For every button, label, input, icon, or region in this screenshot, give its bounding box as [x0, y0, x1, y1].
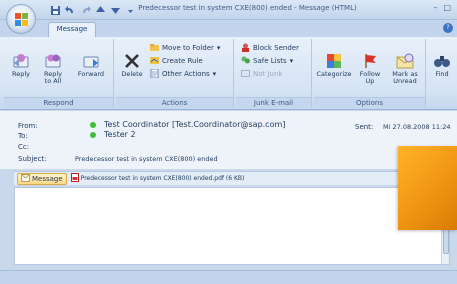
to-field[interactable]: Tester 2: [90, 130, 136, 139]
window-controls: – □: [433, 3, 451, 12]
follow-up-button[interactable]: Follow Up: [356, 53, 384, 85]
block-sender-button[interactable]: Block Sender: [241, 43, 299, 52]
from-field[interactable]: Test Coordinator [Test.Coordinator@sap.c…: [90, 120, 285, 129]
presence-icon: [90, 121, 96, 128]
group-label-respond: Respond: [4, 97, 113, 108]
reply-button[interactable]: Reply: [8, 53, 34, 78]
sent-label: Sent:: [355, 123, 374, 131]
office-logo-icon: [15, 13, 28, 26]
group-find: Find: [428, 39, 456, 108]
cc-label: Cc:: [18, 143, 30, 151]
redo-icon[interactable]: [80, 5, 91, 16]
group-respond: Reply Reply to All Forward Respond: [4, 39, 114, 108]
message-icon: [21, 173, 30, 184]
sent-value: Mi 27.08.2008 11:24: [383, 123, 451, 131]
move-to-folder-button[interactable]: Move to Folder ▾: [150, 43, 220, 52]
safe-lists-icon: [241, 56, 250, 65]
tab-message[interactable]: Message: [48, 22, 96, 37]
other-actions-button[interactable]: Other Actions ▾: [150, 68, 216, 79]
message-body[interactable]: [14, 187, 450, 265]
not-junk-icon: [241, 69, 250, 78]
categorize-button[interactable]: Categorize: [316, 53, 352, 78]
binoculars-icon: [434, 56, 450, 67]
minimize-button[interactable]: –: [433, 3, 437, 12]
subject-value: Predecessor test in system CXE(800) ende…: [75, 155, 218, 163]
undo-icon[interactable]: [65, 5, 76, 16]
ribbon-tab-row: Message ?: [0, 20, 457, 37]
orange-overlay-block: [398, 146, 457, 230]
group-junk-email: Block Sender Safe Lists ▾ Not Junk Junk E…: [236, 39, 312, 108]
create-rule-button[interactable]: Create Rule: [150, 56, 203, 65]
not-junk-button[interactable]: Not Junk: [241, 69, 282, 78]
reply-all-icon: [45, 54, 61, 68]
status-bar: [0, 270, 457, 284]
categorize-icon: [327, 54, 341, 68]
subject-label: Subject:: [18, 155, 47, 163]
ribbon: Reply Reply to All Forward Respond Delet…: [0, 37, 457, 110]
from-label: From:: [18, 122, 38, 130]
mark-as-unread-button[interactable]: Mark as Unread: [388, 53, 422, 85]
group-label-actions: Actions: [116, 97, 233, 108]
to-label: To:: [18, 132, 28, 140]
reply-all-button[interactable]: Reply to All: [40, 53, 66, 85]
presence-icon: [90, 131, 96, 138]
find-button[interactable]: Find: [430, 53, 454, 78]
pdf-icon: [70, 173, 79, 184]
group-options: Categorize Follow Up Mark as Unread Opti…: [314, 39, 426, 108]
group-label-options: Options: [314, 97, 425, 108]
safe-lists-button[interactable]: Safe Lists ▾: [241, 56, 293, 65]
delete-icon: [125, 54, 139, 68]
rule-icon: [150, 56, 159, 65]
envelope-icon: [396, 53, 414, 69]
save-icon[interactable]: [50, 5, 61, 16]
office-button[interactable]: [6, 4, 36, 34]
forward-icon: [83, 56, 99, 68]
window-title: Predecessor test in system CXE(800) ende…: [138, 4, 357, 12]
reply-icon: [13, 54, 29, 68]
title-bar: Predecessor test in system CXE(800) ende…: [0, 0, 457, 20]
help-icon[interactable]: ?: [443, 23, 453, 33]
delete-button[interactable]: Delete: [119, 53, 145, 78]
message-header: From: Test Coordinator [Test.Coordinator…: [0, 111, 457, 169]
block-sender-icon: [241, 43, 250, 52]
maximize-button[interactable]: □: [443, 3, 451, 12]
group-actions: Delete Move to Folder ▾ Create Rule Other…: [116, 39, 234, 108]
attachment-bar: Message Predecessor test in system CXE(8…: [14, 171, 450, 185]
forward-button[interactable]: Forward: [74, 53, 108, 78]
group-label-junk: Junk E-mail: [236, 97, 311, 108]
pdf-attachment[interactable]: Predecessor test in system CXE(800) ende…: [70, 173, 244, 184]
flag-icon: [365, 54, 376, 68]
other-actions-icon: [150, 68, 159, 79]
message-attachment-tab[interactable]: Message: [17, 172, 67, 185]
folder-icon: [150, 43, 159, 52]
